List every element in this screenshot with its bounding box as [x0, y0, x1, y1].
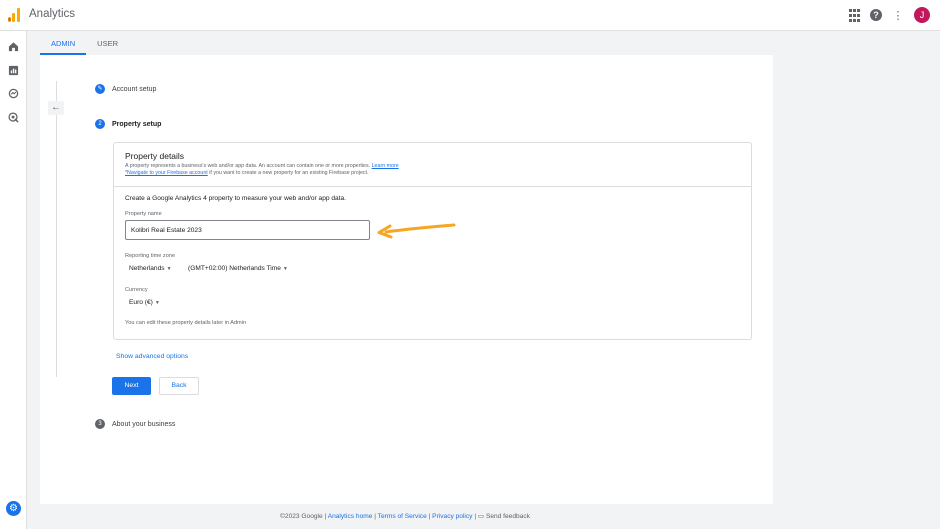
timezone-label: Reporting time zone [125, 253, 176, 259]
currency-select[interactable]: Euro (€) ▼ [129, 299, 160, 306]
tab-user[interactable]: USER [86, 31, 129, 55]
annotation-arrow-icon [377, 223, 456, 239]
edit-pencil-icon: ✎ [95, 84, 105, 94]
step-number: 2 [95, 119, 105, 129]
feedback-icon[interactable]: ▭ [478, 513, 484, 520]
next-button[interactable]: Next [112, 377, 151, 395]
step-about-business[interactable]: 3 About your business [95, 419, 175, 429]
back-arrow-icon[interactable]: ← [48, 101, 64, 115]
top-app-bar: Analytics ? ⋮ J [0, 0, 940, 31]
firebase-account-link[interactable]: *Navigate to your Firebase account [125, 170, 208, 176]
reports-icon[interactable] [8, 65, 19, 76]
intro-text: Create a Google Analytics 4 property to … [125, 195, 347, 202]
step-number: 3 [95, 419, 105, 429]
avatar[interactable]: J [914, 7, 930, 23]
show-advanced-options-link[interactable]: Show advanced options [116, 353, 188, 360]
dropdown-caret-icon: ▼ [154, 300, 160, 306]
analytics-home-link[interactable]: Analytics home [328, 513, 373, 520]
more-vert-icon[interactable]: ⋮ [891, 8, 905, 22]
terms-link[interactable]: Terms of Service [378, 513, 427, 520]
back-button[interactable]: Back [159, 377, 199, 395]
explore-icon[interactable] [8, 88, 19, 99]
stepper-line [56, 81, 57, 377]
card-title: Property details [125, 151, 185, 161]
tab-admin[interactable]: ADMIN [40, 31, 87, 55]
analytics-logo-icon[interactable] [8, 8, 21, 22]
admin-user-tabs: ADMIN USER [40, 31, 129, 55]
property-name-label: Property name [125, 211, 162, 217]
card-description: A property represents a business's web a… [125, 163, 399, 176]
property-name-input[interactable]: Kolibri Real Estate 2023 [125, 220, 370, 240]
country-select[interactable]: Netherlands ▼ [129, 265, 172, 272]
timezone-select[interactable]: (GMT+02:00) Netherlands Time ▼ [188, 265, 288, 272]
help-icon[interactable]: ? [870, 9, 882, 21]
apps-grid-icon[interactable] [847, 8, 861, 22]
step-property-setup: 2 Property setup [95, 119, 161, 129]
learn-more-link[interactable]: Learn more [372, 163, 399, 169]
dropdown-caret-icon: ▼ [166, 266, 172, 272]
step-label: About your business [112, 420, 176, 428]
property-details-card: Property details A property represents a… [113, 142, 752, 340]
advertising-icon[interactable] [8, 112, 19, 123]
copyright-text: ©2023 Google [280, 513, 323, 520]
currency-label: Currency [125, 287, 148, 293]
edit-later-note: You can edit these property details late… [125, 320, 247, 326]
app-title: Analytics [29, 8, 76, 20]
footer: ©2023 Google | Analytics home | Terms of… [280, 513, 530, 520]
dropdown-caret-icon: ▼ [282, 266, 288, 272]
step-label: Account setup [112, 85, 157, 93]
step-account-setup[interactable]: ✎ Account setup [95, 84, 156, 94]
step-label: Property setup [112, 120, 162, 128]
send-feedback-link[interactable]: Send feedback [486, 513, 530, 520]
home-icon[interactable] [8, 41, 19, 52]
privacy-link[interactable]: Privacy policy [432, 513, 472, 520]
left-nav-rail: ⚙ [0, 31, 27, 529]
setup-panel: ← ✎ Account setup 2 Property setup Prope… [40, 55, 773, 504]
